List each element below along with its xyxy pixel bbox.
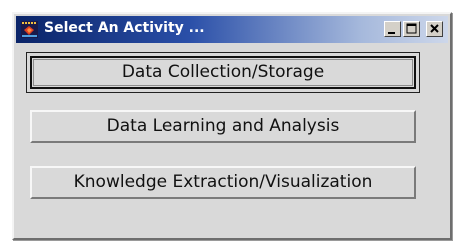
knowledge-extraction-visualization-button[interactable]: Knowledge Extraction/Visualization: [30, 166, 416, 199]
maximize-button[interactable]: [403, 21, 420, 37]
minimize-button[interactable]: [384, 21, 401, 37]
data-collection-storage-button[interactable]: Data Collection/Storage: [30, 56, 416, 89]
window-title: Select An Activity ...: [44, 20, 205, 36]
maximize-icon: [406, 23, 417, 34]
close-button[interactable]: [426, 21, 443, 37]
minimize-icon: [388, 32, 395, 34]
close-icon: [430, 24, 439, 33]
title-bar[interactable]: Select An Activity ...: [16, 16, 448, 43]
data-learning-analysis-button[interactable]: Data Learning and Analysis: [30, 110, 416, 143]
app-icon[interactable]: [21, 21, 38, 38]
